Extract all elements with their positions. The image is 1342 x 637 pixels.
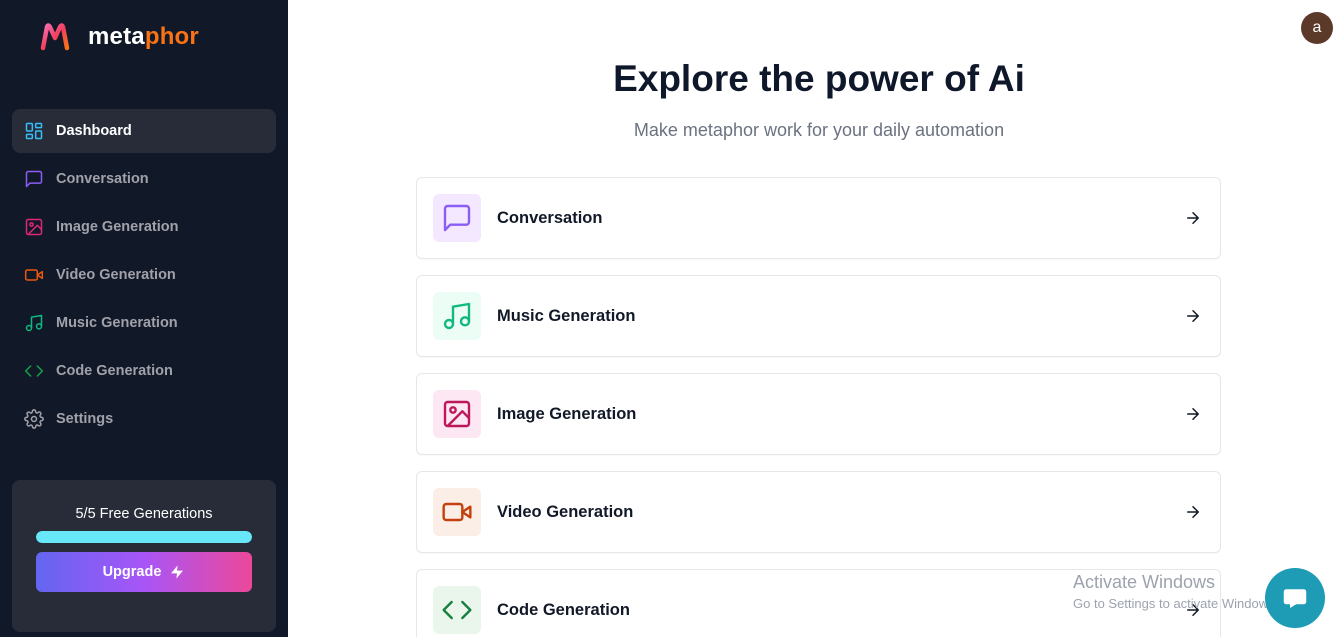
sidebar-item-settings[interactable]: Settings [12, 397, 276, 441]
tool-card-label: Conversation [497, 208, 603, 227]
tool-card-music-generation[interactable]: Music Generation [416, 275, 1221, 357]
logo-icon [40, 23, 70, 51]
free-generations-counter: 5/5 Free Generations [75, 506, 213, 522]
sidebar-nav: Dashboard Conversation Image Generation … [12, 109, 276, 445]
arrow-right-icon [1187, 212, 1199, 224]
tool-card-code-generation[interactable]: Code Generation [416, 569, 1221, 637]
logo[interactable]: metaphor [40, 22, 199, 52]
code-icon [442, 600, 472, 620]
message-square-icon [443, 204, 471, 232]
tool-card-label: Code Generation [497, 600, 630, 619]
chat-icon [1283, 589, 1307, 608]
arrow-right-icon [1187, 408, 1199, 420]
tool-card-image-generation[interactable]: Image Generation [416, 373, 1221, 455]
sidebar-item-video-generation[interactable]: Video Generation [12, 253, 276, 297]
logo-text: metaphor [88, 23, 199, 51]
tool-card-video-generation[interactable]: Video Generation [416, 471, 1221, 553]
tool-card-conversation[interactable]: Conversation [416, 177, 1221, 259]
sidebar-item-label: Code Generation [56, 363, 173, 379]
sidebar-item-dashboard[interactable]: Dashboard [12, 109, 276, 153]
logo-text-part1: meta [88, 23, 145, 50]
tool-icon-box [433, 488, 481, 536]
sidebar-item-label: Video Generation [56, 267, 176, 283]
arrow-right-icon [1187, 506, 1199, 518]
video-icon [24, 269, 44, 281]
image-icon [443, 400, 471, 428]
settings-icon [24, 409, 44, 429]
logo-text-part2: phor [144, 23, 199, 50]
free-generations-card: 5/5 Free Generations Upgrade [12, 480, 276, 632]
layout-dashboard-icon [25, 122, 43, 140]
sidebar-item-music-generation[interactable]: Music Generation [12, 301, 276, 345]
sidebar-item-label: Conversation [56, 171, 149, 187]
zap-icon [171, 565, 184, 579]
arrow-right-icon [1187, 604, 1199, 616]
tool-icon-box [433, 586, 481, 634]
free-generations-progress [36, 531, 252, 543]
sidebar: metaphor Dashboard Conversation Image Ge… [0, 0, 288, 637]
sidebar-item-code-generation[interactable]: Code Generation [12, 349, 276, 393]
image-icon [25, 218, 43, 236]
chat-widget-button[interactable] [1265, 568, 1325, 628]
sidebar-item-label: Dashboard [56, 123, 132, 139]
tool-icon-box [433, 292, 481, 340]
tool-icon-box [433, 390, 481, 438]
code-icon [24, 365, 44, 377]
page-subtitle: Make metaphor work for your daily automa… [633, 120, 1005, 140]
tool-card-label: Music Generation [497, 306, 636, 325]
sidebar-item-label: Settings [56, 411, 114, 427]
upgrade-button-label: Upgrade [102, 564, 162, 580]
arrow-right-icon [1187, 310, 1199, 322]
music-icon [25, 314, 43, 332]
tool-card-label: Image Generation [497, 404, 637, 423]
tool-card-label: Video Generation [497, 502, 634, 521]
sidebar-item-conversation[interactable]: Conversation [12, 157, 276, 201]
tool-icon-box [433, 194, 481, 242]
sidebar-item-image-generation[interactable]: Image Generation [12, 205, 276, 249]
message-square-icon [25, 170, 43, 188]
user-avatar[interactable]: a [1301, 12, 1333, 44]
sidebar-item-label: Image Generation [56, 219, 179, 235]
upgrade-button[interactable]: Upgrade [36, 552, 252, 592]
video-icon [442, 502, 472, 522]
page-title: Explore the power of Ai [613, 58, 1025, 99]
progress-fill [36, 531, 252, 543]
music-icon [443, 302, 471, 330]
sidebar-item-label: Music Generation [56, 315, 178, 331]
